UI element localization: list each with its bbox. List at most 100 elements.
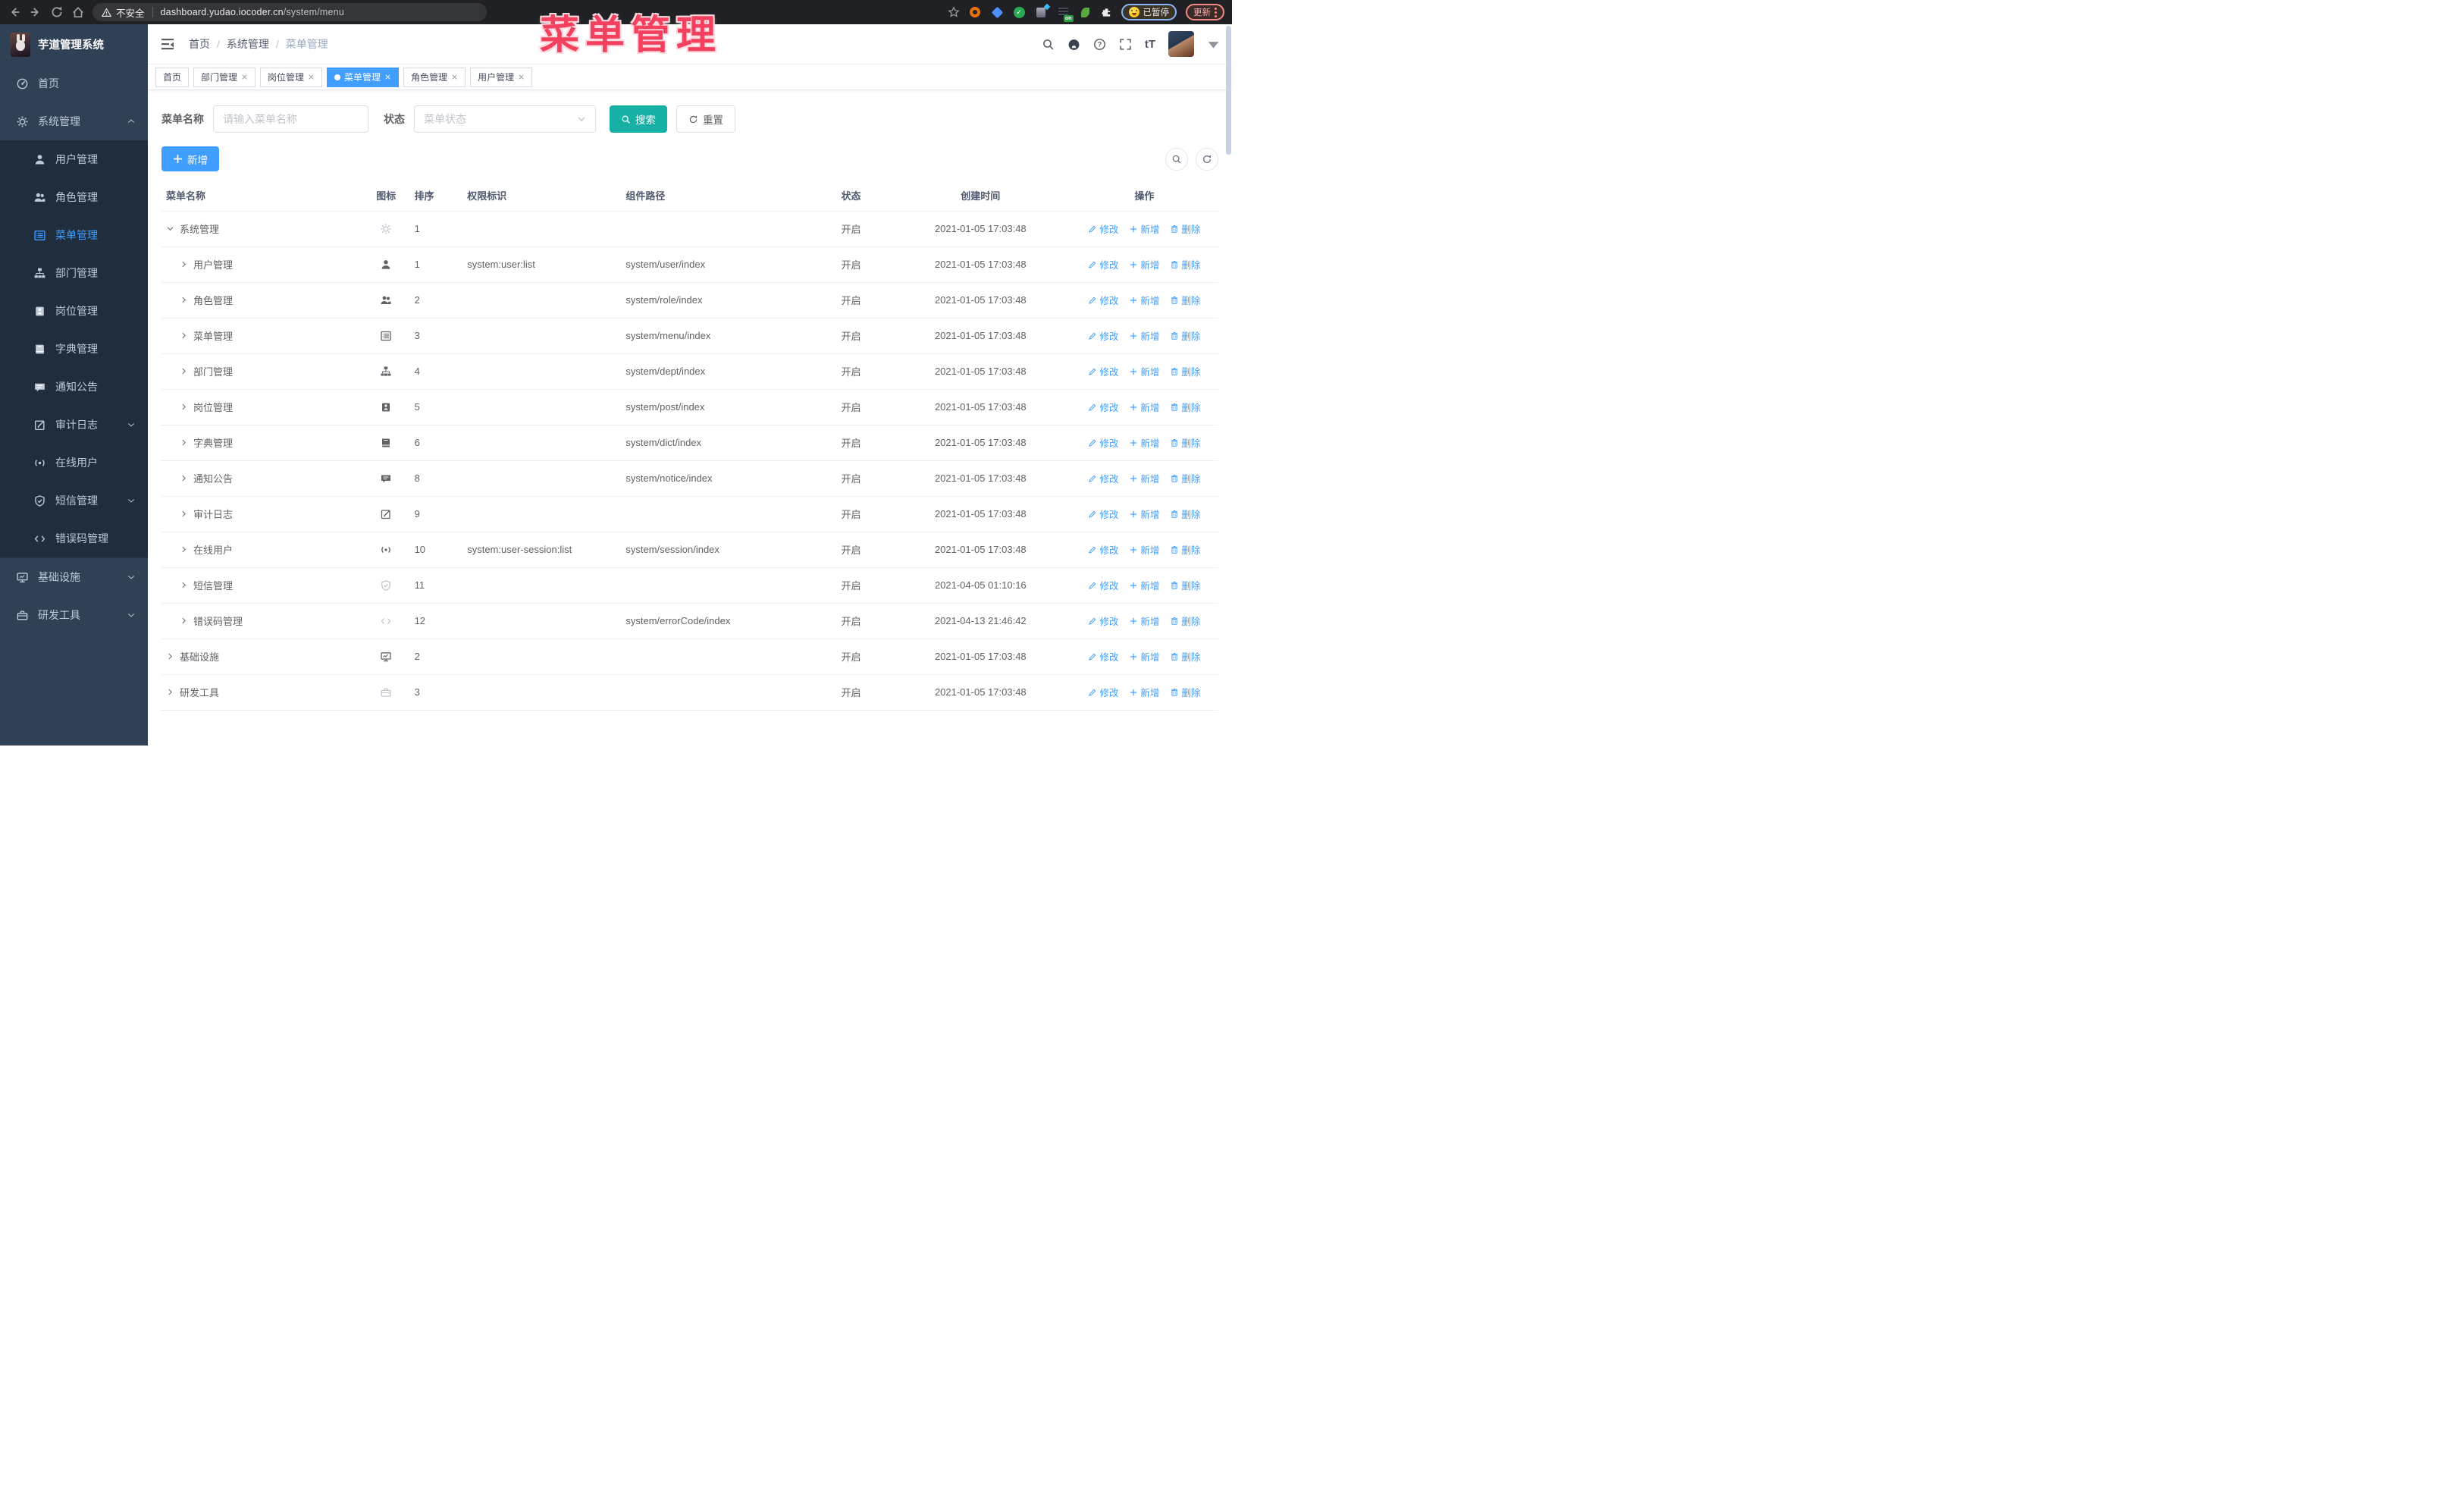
back-icon[interactable]: [8, 5, 21, 19]
action-delete[interactable]: 删除: [1170, 685, 1200, 699]
sidebar-item-系统管理[interactable]: 系统管理: [0, 102, 148, 140]
refresh-table-button[interactable]: [1196, 147, 1218, 171]
extension-icon-ring[interactable]: [969, 6, 982, 19]
search-icon[interactable]: [1042, 38, 1055, 51]
expand-arrow-icon[interactable]: [180, 331, 188, 340]
sidebar-item-首页[interactable]: 首页: [0, 64, 148, 102]
action-delete[interactable]: 删除: [1170, 435, 1200, 450]
action-delete[interactable]: 删除: [1170, 400, 1200, 414]
sidebar-item-基础设施[interactable]: 基础设施: [0, 558, 148, 596]
menu-name-input[interactable]: [213, 105, 368, 133]
scrollbar[interactable]: [1226, 24, 1231, 746]
action-edit[interactable]: 修改: [1088, 293, 1118, 307]
address-bar[interactable]: 不安全 dashboard.yudao.iocoder.cn/system/me…: [92, 3, 487, 21]
action-edit[interactable]: 修改: [1088, 221, 1118, 236]
help-icon[interactable]: ?: [1093, 38, 1106, 51]
reload-icon[interactable]: [50, 5, 64, 19]
tag-item[interactable]: 用户管理: [470, 67, 533, 87]
action-add[interactable]: 新增: [1129, 400, 1159, 414]
expand-arrow-icon[interactable]: [180, 474, 188, 482]
expand-arrow-icon[interactable]: [180, 296, 188, 304]
close-icon[interactable]: [308, 74, 315, 80]
add-button[interactable]: 新增: [161, 146, 219, 171]
close-icon[interactable]: [518, 74, 525, 80]
tag-item[interactable]: 角色管理: [403, 67, 466, 87]
action-delete[interactable]: 删除: [1170, 364, 1200, 378]
fullscreen-icon[interactable]: [1119, 38, 1132, 51]
action-add[interactable]: 新增: [1129, 614, 1159, 628]
sidebar-item-审计日志[interactable]: 审计日志: [0, 406, 148, 444]
tag-active[interactable]: 菜单管理: [327, 67, 400, 87]
expand-arrow-icon[interactable]: [180, 617, 188, 625]
action-add[interactable]: 新增: [1129, 257, 1159, 272]
action-edit[interactable]: 修改: [1088, 507, 1118, 521]
sidebar-item-部门管理[interactable]: 部门管理: [0, 254, 148, 292]
action-add[interactable]: 新增: [1129, 435, 1159, 450]
chrome-update-button[interactable]: 更新: [1186, 4, 1224, 20]
action-delete[interactable]: 删除: [1170, 328, 1200, 343]
sidebar-item-在线用户[interactable]: 在线用户: [0, 444, 148, 482]
expand-arrow-icon[interactable]: [180, 260, 188, 268]
expand-arrow-icon[interactable]: [180, 510, 188, 518]
action-delete[interactable]: 删除: [1170, 471, 1200, 485]
scrollbar-thumb[interactable]: [1226, 26, 1231, 155]
tag-item[interactable]: 部门管理: [193, 67, 256, 87]
sidebar-item-研发工具[interactable]: 研发工具: [0, 596, 148, 634]
action-edit[interactable]: 修改: [1088, 649, 1118, 664]
action-edit[interactable]: 修改: [1088, 435, 1118, 450]
action-edit[interactable]: 修改: [1088, 685, 1118, 699]
search-button[interactable]: 搜索: [610, 105, 667, 133]
action-edit[interactable]: 修改: [1088, 471, 1118, 485]
user-avatar[interactable]: [1168, 31, 1194, 57]
github-icon[interactable]: [1067, 38, 1080, 51]
breadcrumb-item[interactable]: 首页: [189, 36, 210, 52]
extension-icon-check[interactable]: ✓: [1013, 6, 1026, 19]
action-delete[interactable]: 删除: [1170, 293, 1200, 307]
tag-item[interactable]: 首页: [155, 67, 190, 87]
expand-arrow-icon[interactable]: [180, 403, 188, 411]
action-edit[interactable]: 修改: [1088, 328, 1118, 343]
font-size-icon[interactable]: tT: [1145, 38, 1155, 51]
action-edit[interactable]: 修改: [1088, 614, 1118, 628]
action-delete[interactable]: 删除: [1170, 507, 1200, 521]
action-edit[interactable]: 修改: [1088, 257, 1118, 272]
expand-arrow-icon[interactable]: [180, 438, 188, 447]
action-add[interactable]: 新增: [1129, 328, 1159, 343]
action-edit[interactable]: 修改: [1088, 578, 1118, 592]
breadcrumb-item[interactable]: 系统管理: [227, 36, 269, 52]
sidebar-item-菜单管理[interactable]: 菜单管理: [0, 216, 148, 254]
extension-icon-gem[interactable]: [991, 6, 1004, 19]
show-search-button[interactable]: [1165, 147, 1188, 171]
sidebar-item-岗位管理[interactable]: 岗位管理: [0, 292, 148, 330]
close-icon[interactable]: [241, 74, 248, 80]
action-add[interactable]: 新增: [1129, 542, 1159, 557]
action-delete[interactable]: 删除: [1170, 578, 1200, 592]
action-add[interactable]: 新增: [1129, 221, 1159, 236]
action-add[interactable]: 新增: [1129, 507, 1159, 521]
action-delete[interactable]: 删除: [1170, 649, 1200, 664]
sidebar-item-用户管理[interactable]: 用户管理: [0, 140, 148, 178]
action-edit[interactable]: 修改: [1088, 364, 1118, 378]
action-delete[interactable]: 删除: [1170, 257, 1200, 272]
extension-icon-proxy[interactable]: on: [1057, 6, 1074, 22]
expand-arrow-icon[interactable]: [180, 367, 188, 375]
action-edit[interactable]: 修改: [1088, 542, 1118, 557]
profile-paused-badge[interactable]: 已暂停: [1121, 4, 1177, 20]
close-icon[interactable]: [384, 74, 391, 80]
action-add[interactable]: 新增: [1129, 578, 1159, 592]
action-add[interactable]: 新增: [1129, 471, 1159, 485]
app-logo[interactable]: 芋道管理系统: [0, 24, 148, 64]
sidebar-item-角色管理[interactable]: 角色管理: [0, 178, 148, 216]
sidebar-item-短信管理[interactable]: 短信管理: [0, 482, 148, 519]
sidebar-item-错误码管理[interactable]: 错误码管理: [0, 519, 148, 557]
action-add[interactable]: 新增: [1129, 364, 1159, 378]
bookmark-star-icon[interactable]: [947, 6, 960, 18]
avatar-caret-icon[interactable]: [1207, 38, 1220, 51]
extensions-puzzle-icon[interactable]: [1101, 7, 1112, 18]
expand-arrow-icon[interactable]: [166, 652, 174, 661]
home-icon[interactable]: [71, 5, 85, 19]
expand-arrow-icon[interactable]: [180, 545, 188, 554]
extension-icon-tiles[interactable]: [1035, 3, 1050, 19]
sidebar-collapse-icon[interactable]: [160, 36, 175, 52]
sidebar-item-通知公告[interactable]: 通知公告: [0, 368, 148, 406]
